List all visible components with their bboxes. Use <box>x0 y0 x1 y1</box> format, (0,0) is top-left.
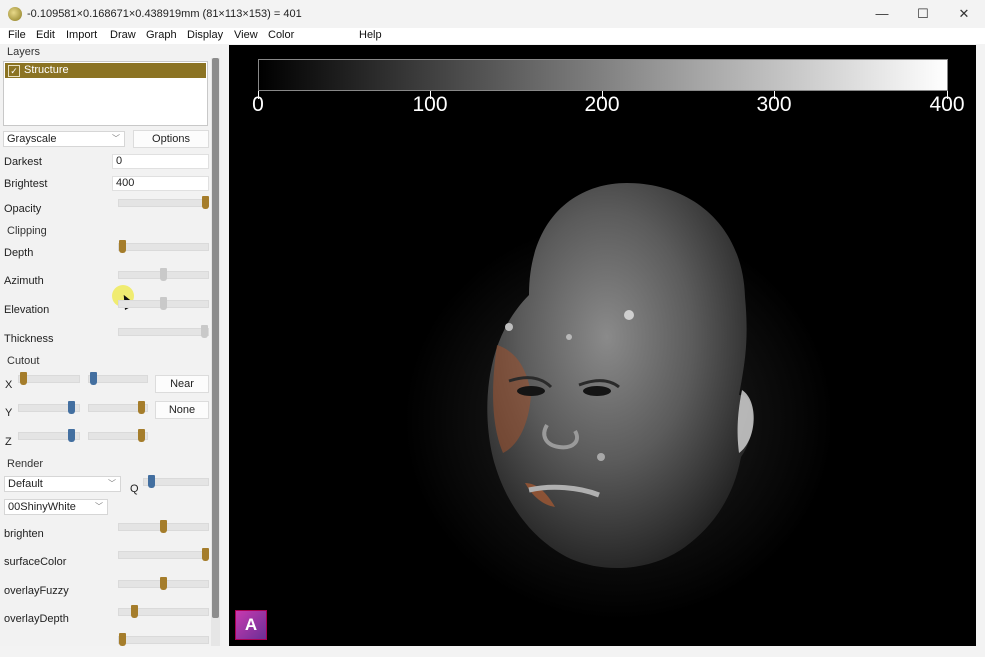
quality-label: Q <box>130 483 139 495</box>
layer-name: Structure <box>24 64 69 76</box>
opacity-slider-handle[interactable] <box>202 196 209 209</box>
brightest-label: Brightest <box>4 178 48 190</box>
panel-scrollbar[interactable] <box>211 58 220 650</box>
menu-display[interactable]: Display <box>187 29 223 41</box>
menu-bar: File Edit Import Draw Graph Display View… <box>0 28 985 44</box>
status-bar <box>0 646 985 657</box>
overlay-clip-slider[interactable] <box>118 636 209 644</box>
minimize-button[interactable]: — <box>862 0 902 28</box>
azimuth-slider-handle[interactable] <box>160 268 167 281</box>
render-viewport[interactable]: 0 100 200 300 400 A <box>229 45 976 646</box>
layer-visible-checkbox[interactable]: ✓ <box>8 65 20 77</box>
depth-label: Depth <box>4 247 34 259</box>
chevron-down-icon: ﹀ <box>108 479 116 488</box>
elevation-slider-handle[interactable] <box>160 297 167 310</box>
render-mode-value: Default <box>8 478 43 490</box>
none-button[interactable]: None <box>155 401 209 419</box>
layer-row-structure[interactable]: ✓ Structure <box>5 63 206 78</box>
cutout-x-min-handle[interactable] <box>20 372 27 385</box>
render-mode-select[interactable]: Default ﹀ <box>4 476 121 492</box>
volume-render-image <box>404 183 834 620</box>
app-icon <box>8 7 22 21</box>
cutout-z-label: Z <box>5 436 12 448</box>
chevron-down-icon: ﹀ <box>112 134 120 143</box>
layers-list[interactable]: ✓ Structure <box>3 61 208 126</box>
azimuth-label: Azimuth <box>4 275 44 287</box>
clipping-section-label: Clipping <box>7 225 47 237</box>
window-title: -0.109581×0.168671×0.438919mm (81×113×15… <box>27 8 302 20</box>
elevation-label: Elevation <box>4 304 50 316</box>
menu-import[interactable]: Import <box>66 29 97 41</box>
cutout-z-max-handle[interactable] <box>138 429 145 442</box>
cutout-z-min-handle[interactable] <box>68 429 75 442</box>
overlay-fuzzy-label: overlayFuzzy <box>4 585 69 597</box>
cutout-section-label: Cutout <box>7 355 40 367</box>
thickness-slider-handle[interactable] <box>201 325 208 338</box>
cutout-x-min-slider[interactable] <box>18 375 80 383</box>
menu-color[interactable]: Color <box>268 29 294 41</box>
surface-color-slider[interactable] <box>118 551 209 559</box>
render-section-label: Render <box>7 458 44 470</box>
overlay-depth-label: overlayDepth <box>4 613 69 625</box>
chevron-down-icon: ﹀ <box>95 502 103 511</box>
window-right-border <box>976 45 985 646</box>
darkest-label: Darkest <box>4 156 42 168</box>
near-button[interactable]: Near <box>155 375 209 393</box>
title-bar: -0.109581×0.168671×0.438919mm (81×113×15… <box>0 0 985 28</box>
overlay-fuzzy-slider-handle[interactable] <box>160 577 167 590</box>
cutout-y-max-handle[interactable] <box>138 401 145 414</box>
panel-scrollbar-thumb[interactable] <box>212 58 219 618</box>
cutout-y-label: Y <box>5 407 13 419</box>
menu-file[interactable]: File <box>8 29 26 41</box>
cutout-x-label: X <box>5 379 13 391</box>
colormap-select[interactable]: Grayscale ﹀ <box>3 131 125 147</box>
menu-edit[interactable]: Edit <box>36 29 55 41</box>
opacity-label: Opacity <box>4 203 42 215</box>
surface-color-label: surfaceColor <box>4 556 67 568</box>
depth-slider[interactable] <box>118 243 209 251</box>
menu-graph[interactable]: Graph <box>146 29 177 41</box>
options-button[interactable]: Options <box>133 130 209 148</box>
colormap-value: Grayscale <box>7 133 57 145</box>
opacity-slider[interactable] <box>118 199 209 207</box>
thickness-slider[interactable] <box>118 328 209 336</box>
surface-color-slider-handle[interactable] <box>202 548 209 561</box>
menu-draw[interactable]: Draw <box>110 29 136 41</box>
quality-slider-handle[interactable] <box>148 475 155 488</box>
close-button[interactable]: ✕ <box>944 0 984 28</box>
menu-help[interactable]: Help <box>359 29 382 41</box>
cutout-x-max-handle[interactable] <box>90 372 97 385</box>
brightest-input[interactable]: 400 <box>112 176 209 191</box>
cutout-y-min-handle[interactable] <box>68 401 75 414</box>
overlay-clip-slider-handle[interactable] <box>119 633 126 646</box>
layers-section-label: Layers <box>7 46 41 58</box>
maximize-button[interactable]: ☐ <box>903 0 943 28</box>
overlay-depth-slider-handle[interactable] <box>131 605 138 618</box>
control-panel: Layers ✓ Structure Grayscale ﹀ Options D… <box>0 44 222 650</box>
depth-slider-handle[interactable] <box>119 240 126 253</box>
thickness-label: Thickness <box>4 333 54 345</box>
shader-value: 00ShinyWhite <box>8 501 76 513</box>
cutout-x-max-slider[interactable] <box>88 375 148 383</box>
menu-view[interactable]: View <box>234 29 258 41</box>
darkest-input[interactable]: 0 <box>112 154 209 169</box>
shader-select[interactable]: 00ShinyWhite ﹀ <box>4 499 108 515</box>
brighten-label: brighten <box>4 528 44 540</box>
brighten-slider-handle[interactable] <box>160 520 167 533</box>
orientation-cube[interactable]: A <box>235 610 267 640</box>
